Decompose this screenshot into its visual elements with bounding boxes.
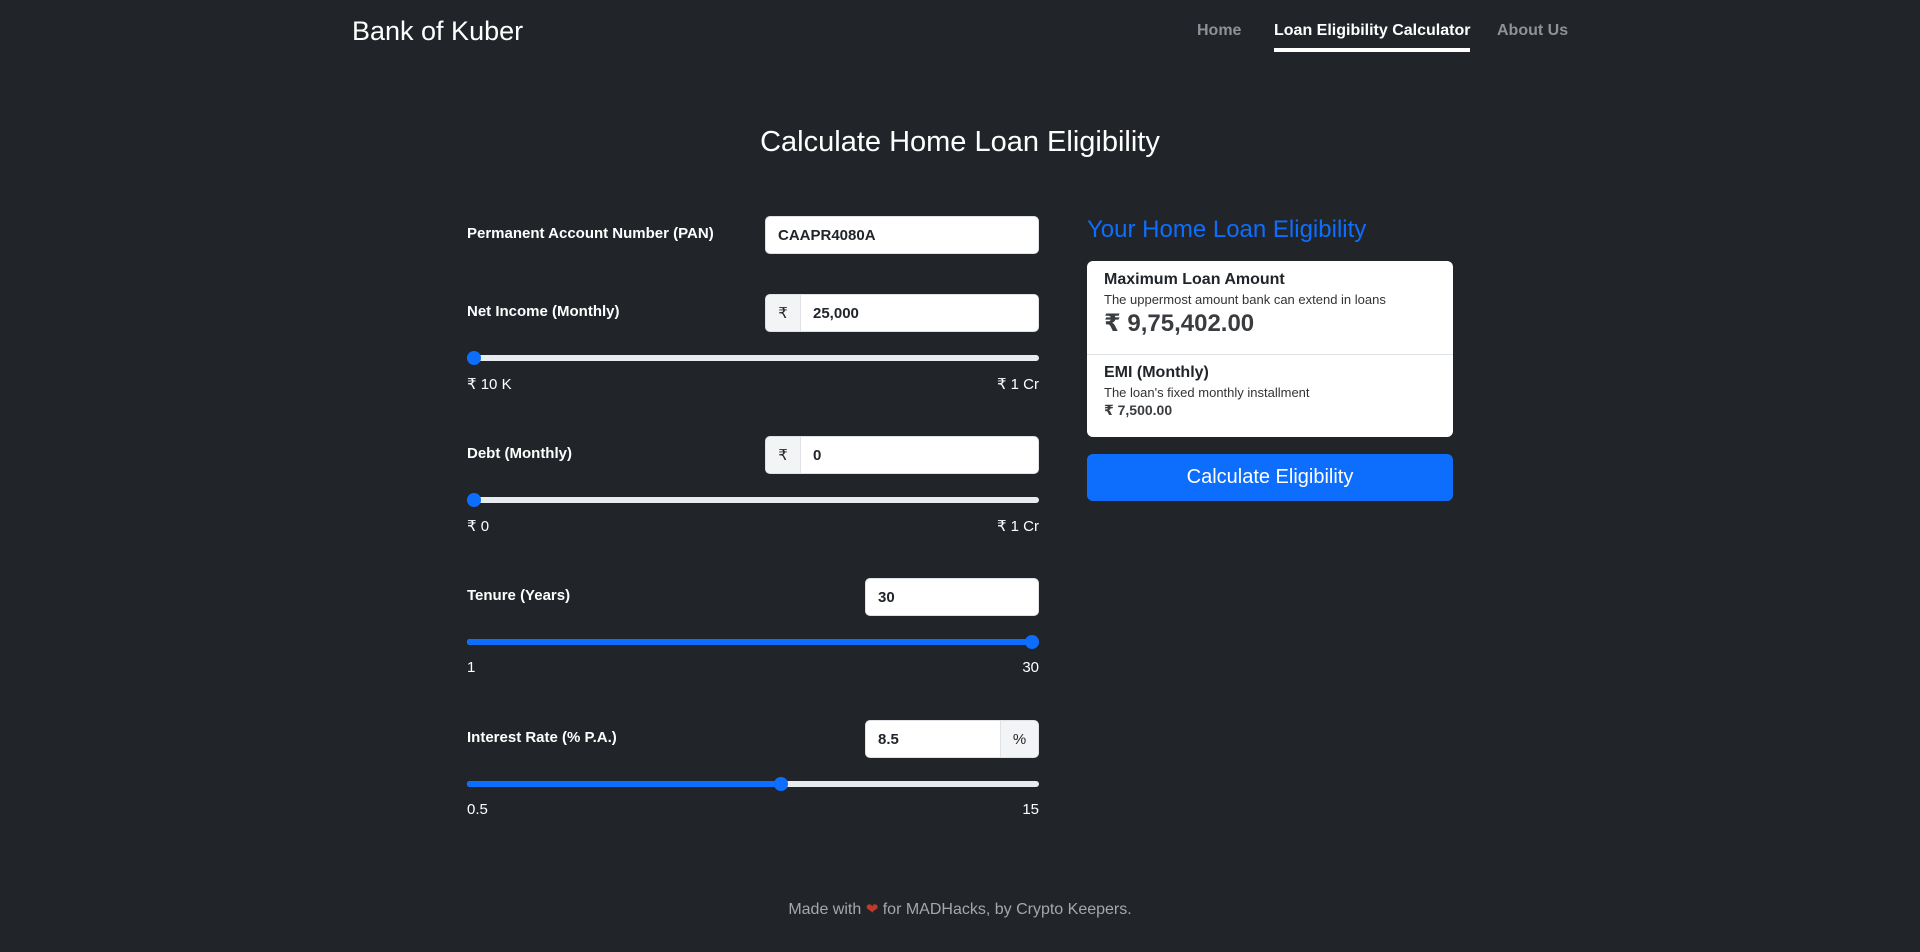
interest-max-label: 15 <box>1022 801 1039 818</box>
tenure-min-label: 1 <box>467 659 476 676</box>
debt-slider-thumb[interactable] <box>467 493 481 507</box>
interest-label: Interest Rate (% P.A.) <box>467 729 617 746</box>
tenure-input[interactable]: 30 <box>866 589 1038 606</box>
tenure-slider-thumb[interactable] <box>1025 635 1039 649</box>
page-title: Calculate Home Loan Eligibility <box>760 126 1160 158</box>
brand-logo[interactable]: Bank of Kuber <box>352 16 523 47</box>
income-input[interactable]: 25,000 <box>801 305 1038 322</box>
income-input-group[interactable]: ₹ 25,000 <box>765 294 1039 332</box>
tenure-label: Tenure (Years) <box>467 587 571 604</box>
tenure-slider[interactable] <box>467 635 1039 649</box>
income-slider-thumb[interactable] <box>467 351 481 365</box>
income-max-label: ₹ 1 Cr <box>996 376 1039 393</box>
tenure-max-label: 30 <box>1022 659 1039 676</box>
debt-min-label: ₹ 0 <box>467 518 490 535</box>
pan-label: Permanent Account Number (PAN) <box>467 225 714 242</box>
debt-input-group[interactable]: ₹ 0 <box>765 436 1039 474</box>
navbar: Bank of Kuber Home Loan Eligibility Calc… <box>0 0 1920 66</box>
result-card: Maximum Loan Amount The uppermost amount… <box>1087 261 1453 437</box>
debt-label: Debt (Monthly) <box>467 445 572 462</box>
rupee-prefix: ₹ <box>766 295 801 331</box>
debt-slider[interactable] <box>467 493 1039 507</box>
emi-title: EMI (Monthly) <box>1104 364 1209 381</box>
interest-min-label: 0.5 <box>467 801 488 818</box>
percent-suffix: % <box>1000 721 1038 757</box>
max-loan-value: ₹ 9,75,402.00 <box>1104 310 1255 337</box>
heart-icon: ❤ <box>865 901 879 918</box>
max-loan-title: Maximum Loan Amount <box>1104 271 1285 288</box>
divider <box>1087 354 1453 355</box>
max-loan-desc: The uppermost amount bank can extend in … <box>1104 292 1386 307</box>
calculate-eligibility-button[interactable]: Calculate Eligibility <box>1087 454 1453 501</box>
interest-input-group[interactable]: 8.5 % <box>865 720 1039 758</box>
interest-slider-fill <box>467 781 782 787</box>
emi-desc: The loan's fixed monthly installment <box>1104 385 1310 400</box>
income-slider[interactable] <box>467 351 1039 365</box>
tenure-slider-fill <box>467 639 1039 645</box>
result-title: Your Home Loan Eligibility <box>1087 216 1367 243</box>
nav-link-loan-calculator[interactable]: Loan Eligibility Calculator <box>1274 22 1471 52</box>
pan-value: CAAPR4080A <box>778 226 876 244</box>
emi-value: ₹ 7,500.00 <box>1104 402 1173 418</box>
pan-input[interactable]: CAAPR4080A <box>765 216 1039 254</box>
footer: Made with ❤ for MADHacks, by Crypto Keep… <box>0 900 1920 919</box>
nav-link-about-us[interactable]: About Us <box>1497 22 1568 40</box>
income-min-label: ₹ 10 K <box>467 376 512 393</box>
income-label: Net Income (Monthly) <box>467 303 620 320</box>
nav-link-home[interactable]: Home <box>1197 22 1241 40</box>
debt-max-label: ₹ 1 Cr <box>996 518 1039 535</box>
footer-prefix: Made with <box>788 901 862 918</box>
interest-input[interactable]: 8.5 <box>866 731 1000 748</box>
emi-item: EMI (Monthly) The loan's fixed monthly i… <box>1104 364 1310 419</box>
footer-suffix: for MADHacks, by Crypto Keepers. <box>882 901 1132 918</box>
max-loan-item: Maximum Loan Amount The uppermost amount… <box>1104 271 1386 338</box>
interest-slider[interactable] <box>467 777 1039 791</box>
debt-input[interactable]: 0 <box>801 447 1038 464</box>
interest-slider-thumb[interactable] <box>773 777 788 791</box>
rupee-prefix: ₹ <box>766 437 801 473</box>
tenure-input-group[interactable]: 30 <box>865 578 1039 616</box>
